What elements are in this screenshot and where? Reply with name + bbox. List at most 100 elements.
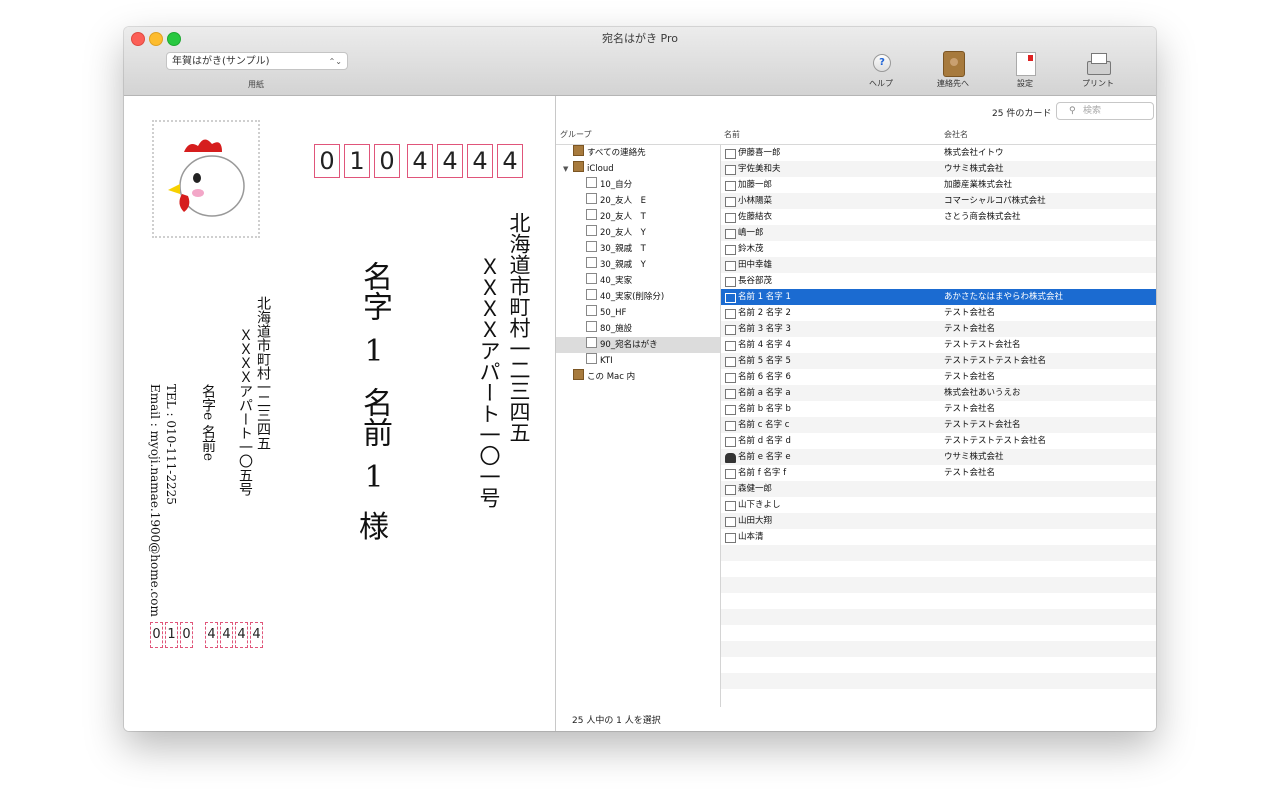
contact-name: 伊藤喜一郎 bbox=[738, 148, 781, 158]
contact-company: テスト会社名 bbox=[944, 468, 996, 478]
contact-company: さとう商会株式会社 bbox=[944, 212, 1021, 222]
contact-name: 名前 6 名字 6 bbox=[738, 372, 791, 382]
disclosure-triangle-icon[interactable]: ▼ bbox=[563, 161, 568, 177]
group-column-header[interactable]: グループ bbox=[560, 126, 592, 144]
card-count: 25 件のカード bbox=[992, 109, 1052, 119]
empty-row bbox=[721, 609, 1156, 625]
name-column-header[interactable]: 名前 bbox=[724, 126, 740, 144]
contact-row[interactable]: 山下きよし bbox=[721, 497, 1156, 513]
group-item[interactable]: 30_親戚 T bbox=[556, 241, 720, 257]
empty-row bbox=[721, 593, 1156, 609]
address-book-button[interactable]: 連絡先へ bbox=[923, 49, 983, 89]
group-item-label: 90_宛名はがき bbox=[600, 340, 658, 350]
group-item[interactable]: 50_HF bbox=[556, 305, 720, 321]
contact-row[interactable]: 名前 2 名字 2 テスト会社名 bbox=[721, 305, 1156, 321]
contact-name: 宇佐美和夫 bbox=[738, 164, 781, 174]
recipient-family-name: 名字 bbox=[357, 261, 392, 321]
group-item[interactable]: 20_友人 Y bbox=[556, 225, 720, 241]
group-item[interactable]: 90_宛名はがき bbox=[556, 337, 720, 353]
group-item[interactable]: 40_実家 bbox=[556, 273, 720, 289]
settings-button[interactable]: 設定 bbox=[995, 49, 1055, 89]
group-item[interactable]: KTI bbox=[556, 353, 720, 369]
contact-row[interactable]: 嶋一郎 bbox=[721, 225, 1156, 241]
empty-row bbox=[721, 641, 1156, 657]
contact-name: 名前 c 名字 c bbox=[738, 420, 790, 430]
group-item[interactable]: 40_実家(削除分) bbox=[556, 289, 720, 305]
group-item-label: 80_施設 bbox=[600, 324, 633, 334]
contact-card-icon bbox=[725, 149, 736, 159]
contact-row[interactable]: 名前 a 名字 a 株式会社あいうえお bbox=[721, 385, 1156, 401]
contact-row[interactable]: 宇佐美和夫 ウサミ株式会社 bbox=[721, 161, 1156, 177]
group-item[interactable]: この Mac 内 bbox=[556, 369, 720, 385]
company-column-header[interactable]: 会社名 bbox=[944, 126, 968, 144]
contact-card-icon bbox=[725, 165, 736, 175]
sender-zip-digit: 0 bbox=[150, 622, 163, 648]
contact-row[interactable]: 鈴木茂 bbox=[721, 241, 1156, 257]
contact-row[interactable]: 山田大翔 bbox=[721, 513, 1156, 529]
group-card-icon bbox=[586, 289, 597, 300]
contact-row[interactable]: 名前 f 名字 f テスト会社名 bbox=[721, 465, 1156, 481]
contact-row[interactable]: 名前 e 名字 e ウサミ株式会社 bbox=[721, 449, 1156, 465]
contact-card-icon bbox=[725, 309, 736, 319]
sender-zip-digit: 4 bbox=[220, 622, 233, 648]
paper-type-select[interactable]: 年賀はがき(サンプル) ⌃⌄ bbox=[166, 52, 348, 70]
my-card-person-icon bbox=[725, 453, 736, 463]
group-card-icon bbox=[586, 321, 597, 332]
contact-card-icon bbox=[725, 277, 736, 287]
group-item-label: 20_友人 E bbox=[600, 196, 646, 206]
group-item[interactable]: すべての連絡先 bbox=[556, 145, 720, 161]
contact-company: テストテストテスト会社名 bbox=[944, 436, 1047, 446]
empty-row bbox=[721, 577, 1156, 593]
contact-card-icon bbox=[725, 213, 736, 223]
contact-row[interactable]: 伊藤喜一郎 株式会社イトウ bbox=[721, 145, 1156, 161]
group-item[interactable]: 20_友人 E bbox=[556, 193, 720, 209]
group-item-label: KTI bbox=[600, 356, 613, 366]
group-item[interactable]: 20_友人 T bbox=[556, 209, 720, 225]
contact-name: 名前 a 名字 a bbox=[738, 388, 791, 398]
contact-row[interactable]: 名前 c 名字 c テストテスト会社名 bbox=[721, 417, 1156, 433]
contact-row[interactable]: 名前 5 名字 5 テストテストテスト会社名 bbox=[721, 353, 1156, 369]
contact-card-icon bbox=[725, 485, 736, 495]
group-card-icon bbox=[586, 257, 597, 268]
contact-row[interactable]: 森健一郎 bbox=[721, 481, 1156, 497]
group-item-label: 40_実家 bbox=[600, 276, 633, 286]
paper-type-value: 年賀はがき(サンプル) bbox=[172, 56, 270, 67]
help-button[interactable]: ? ヘルプ bbox=[851, 49, 911, 89]
group-item[interactable]: ▼ iCloud bbox=[556, 161, 720, 177]
group-item-label: この Mac 内 bbox=[587, 372, 636, 382]
contact-row[interactable]: 加藤一郎 加藤産業株式会社 bbox=[721, 177, 1156, 193]
print-button[interactable]: プリント bbox=[1068, 49, 1128, 89]
postcard-preview[interactable]: 0 1 0 4 4 4 4 北海道市町村一二三四五 ＸＸＸＸアパート一〇一号 名… bbox=[124, 96, 556, 731]
contact-row[interactable]: 名前 6 名字 6 テスト会社名 bbox=[721, 369, 1156, 385]
empty-row bbox=[721, 673, 1156, 689]
search-placeholder: 検索 bbox=[1083, 106, 1102, 116]
search-field[interactable]: ⚲ 検索 bbox=[1056, 102, 1154, 120]
contact-name: 田中幸雄 bbox=[738, 260, 773, 270]
contact-company: ウサミ株式会社 bbox=[944, 452, 1004, 462]
contact-row[interactable]: 小林陽菜 コマーシャルコパ株式会社 bbox=[721, 193, 1156, 209]
sender-tel: TEL : 010-111-2225 bbox=[164, 384, 178, 505]
contact-row[interactable]: 名前 4 名字 4 テストテスト会社名 bbox=[721, 337, 1156, 353]
group-item[interactable]: 30_親戚 Y bbox=[556, 257, 720, 273]
contact-row[interactable]: 名前 d 名字 d テストテストテスト会社名 bbox=[721, 433, 1156, 449]
contact-row[interactable]: 佐藤結衣 さとう商会株式会社 bbox=[721, 209, 1156, 225]
group-card-icon bbox=[586, 225, 597, 236]
contact-row[interactable]: 名前 1 名字 1 あかさたなはまやらわ株式会社 bbox=[721, 289, 1156, 305]
contact-row[interactable]: 名前 b 名字 b テスト会社名 bbox=[721, 401, 1156, 417]
contact-name: 鈴木茂 bbox=[738, 244, 764, 254]
group-item-label: 50_HF bbox=[600, 308, 627, 318]
contact-row[interactable]: 長谷部茂 bbox=[721, 273, 1156, 289]
contact-row[interactable]: 田中幸雄 bbox=[721, 257, 1156, 273]
contact-company: 株式会社イトウ bbox=[944, 148, 1004, 158]
contact-card-icon bbox=[725, 469, 736, 479]
contact-row[interactable]: 名前 3 名字 3 テスト会社名 bbox=[721, 321, 1156, 337]
group-item[interactable]: 10_自分 bbox=[556, 177, 720, 193]
contact-row[interactable]: 山本清 bbox=[721, 529, 1156, 545]
settings-button-label: 設定 bbox=[1017, 79, 1033, 88]
contact-card-icon bbox=[725, 293, 736, 303]
print-button-label: プリント bbox=[1082, 79, 1114, 88]
sender-email: Email : myoji.namae.1900@home.com bbox=[148, 384, 162, 617]
group-card-icon bbox=[586, 337, 597, 348]
contact-company: テスト会社名 bbox=[944, 308, 996, 318]
group-item[interactable]: 80_施設 bbox=[556, 321, 720, 337]
